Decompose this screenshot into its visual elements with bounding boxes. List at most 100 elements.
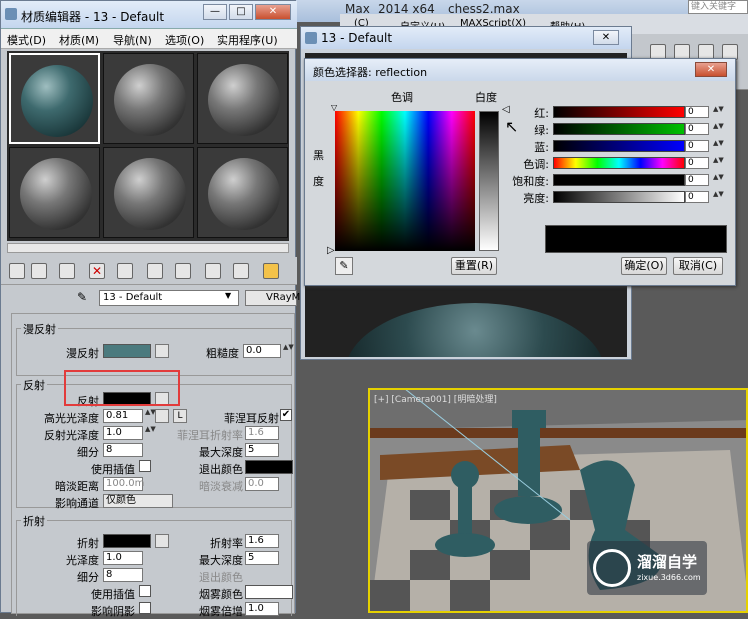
channel-value-field[interactable]: 0 bbox=[685, 174, 709, 186]
refract-subdivs-field[interactable]: 8 bbox=[103, 568, 143, 582]
affect-shadows-checkbox[interactable] bbox=[139, 602, 151, 614]
affect-channels-dropdown[interactable]: 仅颜色 bbox=[103, 494, 173, 508]
subdivs-field[interactable]: 8 bbox=[103, 443, 143, 457]
eyedropper-icon[interactable]: ✎ bbox=[77, 291, 93, 305]
show-end-result-icon[interactable] bbox=[263, 263, 279, 279]
preview-title: 13 - Default bbox=[321, 31, 393, 45]
blackness-pointer-icon[interactable]: ▷ bbox=[327, 245, 335, 256]
copy-material-icon[interactable] bbox=[117, 263, 133, 279]
channel-spinner[interactable]: ▲▼ bbox=[713, 106, 724, 118]
sample-slots bbox=[7, 51, 289, 241]
hilight-gloss-field[interactable]: 0.81 bbox=[103, 409, 143, 423]
viewport-label[interactable]: [+] [Camera001] [明暗处理] bbox=[374, 392, 497, 405]
channel-slider[interactable] bbox=[553, 174, 685, 186]
dim-distance-field[interactable]: 100.0m bbox=[103, 477, 144, 491]
dim-falloff-field[interactable]: 0.0 bbox=[245, 477, 279, 491]
refl-gloss-field[interactable]: 1.0 bbox=[103, 426, 143, 440]
sample-slot[interactable] bbox=[103, 147, 194, 238]
close-button[interactable]: ✕ bbox=[255, 4, 291, 20]
sample-sphere bbox=[208, 158, 280, 230]
roughness-spinner[interactable]: ▲▼ bbox=[283, 344, 294, 358]
reset-button[interactable]: 重置(R) bbox=[451, 257, 497, 275]
close-icon[interactable]: ✕ bbox=[695, 62, 727, 77]
hue-saturation-box[interactable] bbox=[335, 111, 475, 251]
channel-spinner[interactable]: ▲▼ bbox=[713, 191, 724, 203]
watermark-url: zixue.3d66.com bbox=[637, 573, 701, 582]
cancel-button[interactable]: 取消(C) bbox=[673, 257, 723, 275]
sample-slot[interactable] bbox=[197, 147, 288, 238]
unique-icon[interactable] bbox=[147, 263, 163, 279]
put-library-icon[interactable] bbox=[175, 263, 191, 279]
search-input[interactable]: 键入关键字 bbox=[688, 0, 748, 14]
maximize-button[interactable]: □ bbox=[229, 4, 253, 20]
fresnel-checkbox[interactable]: ✔ bbox=[280, 409, 292, 421]
ok-button[interactable]: 确定(O) bbox=[621, 257, 667, 275]
channel-slider[interactable] bbox=[553, 157, 685, 169]
sample-slot[interactable] bbox=[103, 53, 194, 144]
menu-utilities[interactable]: 实用程序(U) bbox=[217, 32, 278, 48]
refl-gloss-spinner[interactable]: ▲▼ bbox=[145, 426, 156, 440]
fog-mult-field[interactable]: 1.0 bbox=[245, 602, 279, 616]
menu-navigation[interactable]: 导航(N) bbox=[113, 32, 152, 48]
channel-value-field[interactable]: 0 bbox=[685, 123, 709, 135]
exit-color-swatch[interactable] bbox=[245, 460, 293, 474]
material-editor-title-bar[interactable]: 材质编辑器 - 13 - Default — □ ✕ bbox=[1, 1, 297, 29]
fresnel-ior-label: 菲涅耳折射率 bbox=[177, 429, 243, 442]
material-name-field[interactable]: 13 - Default bbox=[99, 290, 239, 306]
color-picker-title-bar[interactable]: 颜色选择器: reflection ✕ bbox=[305, 59, 735, 81]
window-title: 材质编辑器 - 13 - Default bbox=[21, 10, 165, 24]
delete-icon[interactable]: ✕ bbox=[89, 263, 105, 279]
diffuse-map-button[interactable] bbox=[155, 344, 169, 358]
use-interp-label: 使用插值 bbox=[91, 463, 135, 476]
chevron-down-icon[interactable]: ▼ bbox=[225, 291, 231, 300]
fog-color-swatch[interactable] bbox=[245, 585, 293, 599]
minimize-button[interactable]: — bbox=[203, 4, 227, 20]
diffuse-color-swatch[interactable] bbox=[103, 344, 151, 358]
channel-slider[interactable] bbox=[553, 191, 685, 203]
channel-slider[interactable] bbox=[553, 123, 685, 135]
eyedropper-icon[interactable]: ✎ bbox=[335, 257, 353, 275]
put-to-scene-icon[interactable] bbox=[31, 263, 47, 279]
assign-material-icon[interactable] bbox=[59, 263, 75, 279]
channel-spinner[interactable]: ▲▼ bbox=[713, 123, 724, 135]
refract-gloss-field[interactable]: 1.0 bbox=[103, 551, 143, 565]
channel-spinner[interactable]: ▲▼ bbox=[713, 140, 724, 152]
sample-slot[interactable] bbox=[197, 53, 288, 144]
channel-value-field[interactable]: 0 bbox=[685, 106, 709, 118]
channel-spinner[interactable]: ▲▼ bbox=[713, 174, 724, 186]
refract-max-depth-field[interactable]: 5 bbox=[245, 551, 279, 565]
lock-button[interactable]: L bbox=[173, 409, 187, 423]
hilight-gloss-spinner[interactable]: ▲▼ bbox=[145, 409, 156, 423]
preview-title-bar[interactable]: 13 - Default ✕ bbox=[301, 27, 631, 49]
use-interp-checkbox[interactable] bbox=[139, 460, 151, 472]
watermark: 溜溜自学 zixue.3d66.com bbox=[587, 541, 707, 595]
refl-gloss-label: 反射光泽度 bbox=[44, 429, 99, 442]
roughness-field[interactable]: 0.0 bbox=[243, 344, 281, 358]
channel-slider[interactable] bbox=[553, 140, 685, 152]
sample-slot[interactable] bbox=[9, 53, 100, 144]
menu-material[interactable]: 材质(M) bbox=[59, 32, 99, 48]
get-material-icon[interactable] bbox=[9, 263, 25, 279]
material-type-button[interactable]: VRayMt bbox=[245, 290, 304, 306]
refract-color-swatch[interactable] bbox=[103, 534, 151, 548]
menu-mode[interactable]: 模式(D) bbox=[7, 32, 46, 48]
max-depth-field[interactable]: 5 bbox=[245, 443, 279, 457]
channel-slider[interactable] bbox=[553, 106, 685, 118]
fresnel-ior-field[interactable]: 1.6 bbox=[245, 426, 279, 440]
ior-field[interactable]: 1.6 bbox=[245, 534, 279, 548]
hilight-gloss-map-button[interactable] bbox=[155, 409, 169, 423]
channel-spinner[interactable]: ▲▼ bbox=[713, 157, 724, 169]
sample-sphere bbox=[114, 64, 186, 136]
sample-sphere bbox=[208, 64, 280, 136]
dim-distance-label: 暗淡距离 bbox=[55, 480, 99, 493]
show-map-icon[interactable] bbox=[233, 263, 249, 279]
channel-value-field[interactable]: 0 bbox=[685, 157, 709, 169]
sample-slot[interactable] bbox=[9, 147, 100, 238]
menu-options[interactable]: 选项(O) bbox=[165, 32, 204, 48]
channel-value-field[interactable]: 0 bbox=[685, 140, 709, 152]
material-id-icon[interactable] bbox=[205, 263, 221, 279]
slots-scrollbar[interactable] bbox=[7, 243, 289, 253]
close-icon[interactable]: ✕ bbox=[593, 30, 619, 45]
refract-use-interp-checkbox[interactable] bbox=[139, 585, 151, 597]
channel-value-field[interactable]: 0 bbox=[685, 191, 709, 203]
